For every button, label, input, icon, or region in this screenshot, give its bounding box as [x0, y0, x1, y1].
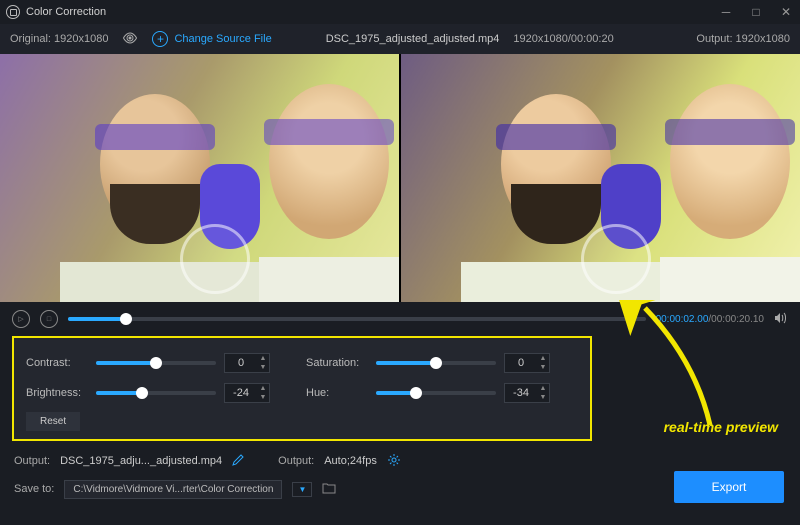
app-logo-icon [6, 5, 20, 19]
volume-icon[interactable] [774, 312, 788, 327]
output-filename: DSC_1975_adju..._adjusted.mp4 [60, 455, 222, 467]
timecode: 00:00:02.00/00:00:20.10 [656, 314, 764, 325]
hue-slider[interactable] [376, 391, 496, 395]
preview-original [0, 54, 399, 302]
saturation-slider[interactable] [376, 361, 496, 365]
window-title: Color Correction [26, 6, 106, 18]
chevron-up-icon[interactable]: ▲ [257, 384, 269, 393]
timeline-slider[interactable] [68, 317, 646, 321]
saveto-path[interactable]: C:\Vidmore\Vidmore Vi...rter\Color Corre… [64, 480, 282, 499]
maximize-button[interactable]: □ [748, 5, 764, 19]
output-format: Auto;24fps [324, 455, 377, 467]
playback-bar: ▷ □ 00:00:02.00/00:00:20.10 [0, 302, 800, 336]
export-button[interactable]: Export [674, 471, 784, 503]
saveto-label: Save to: [14, 483, 54, 495]
preview-adjusted [401, 54, 800, 302]
saturation-label: Saturation: [306, 357, 368, 369]
brightness-slider[interactable] [96, 391, 216, 395]
pencil-icon[interactable] [232, 454, 244, 469]
brightness-label: Brightness: [26, 387, 88, 399]
output-format-label: Output: [278, 455, 314, 467]
timecode-current: 00:00:02.00 [656, 314, 709, 325]
chevron-down-icon[interactable]: ▼ [257, 393, 269, 402]
chevron-down-icon[interactable]: ▼ [537, 363, 549, 372]
reset-button[interactable]: Reset [26, 412, 80, 431]
eye-icon[interactable] [122, 32, 138, 47]
source-filename: DSC_1975_adjusted_adjusted.mp4 [326, 33, 500, 45]
change-source-button[interactable]: + Change Source File [152, 31, 271, 47]
chevron-down-icon[interactable]: ▼ [537, 393, 549, 402]
plus-circle-icon: + [152, 31, 168, 47]
hue-label: Hue: [306, 387, 368, 399]
gear-icon[interactable] [387, 453, 401, 470]
chevron-up-icon[interactable]: ▲ [537, 384, 549, 393]
change-source-label: Change Source File [174, 33, 271, 45]
info-bar: Original: 1920x1080 + Change Source File… [0, 24, 800, 54]
chevron-down-icon[interactable]: ▼ [292, 482, 312, 497]
hue-value[interactable]: -34▲▼ [504, 383, 550, 403]
preview-split [0, 54, 800, 302]
chevron-down-icon[interactable]: ▼ [257, 363, 269, 372]
contrast-slider[interactable] [96, 361, 216, 365]
contrast-value[interactable]: 0▲▼ [224, 353, 270, 373]
folder-icon[interactable] [322, 482, 336, 497]
minimize-button[interactable]: ─ [718, 5, 734, 19]
saturation-value[interactable]: 0▲▼ [504, 353, 550, 373]
titlebar: Color Correction ─ □ ✕ [0, 0, 800, 24]
play-button[interactable]: ▷ [12, 310, 30, 328]
brightness-value[interactable]: -24▲▼ [224, 383, 270, 403]
original-resolution-label: Original: 1920x1080 [10, 33, 108, 45]
close-button[interactable]: ✕ [778, 5, 794, 19]
chevron-up-icon[interactable]: ▲ [257, 354, 269, 363]
contrast-label: Contrast: [26, 357, 88, 369]
stop-button[interactable]: □ [40, 310, 58, 328]
chevron-up-icon[interactable]: ▲ [537, 354, 549, 363]
color-controls-panel: Contrast: 0▲▼ Saturation: 0▲▼ Brightness… [12, 336, 592, 441]
output-file-label: Output: [14, 455, 50, 467]
annotation-label: real-time preview [664, 419, 778, 435]
timecode-total: /00:00:20.10 [708, 314, 764, 325]
source-fileinfo: 1920x1080/00:00:20 [513, 33, 613, 45]
output-resolution-label: Output: 1920x1080 [696, 33, 790, 45]
